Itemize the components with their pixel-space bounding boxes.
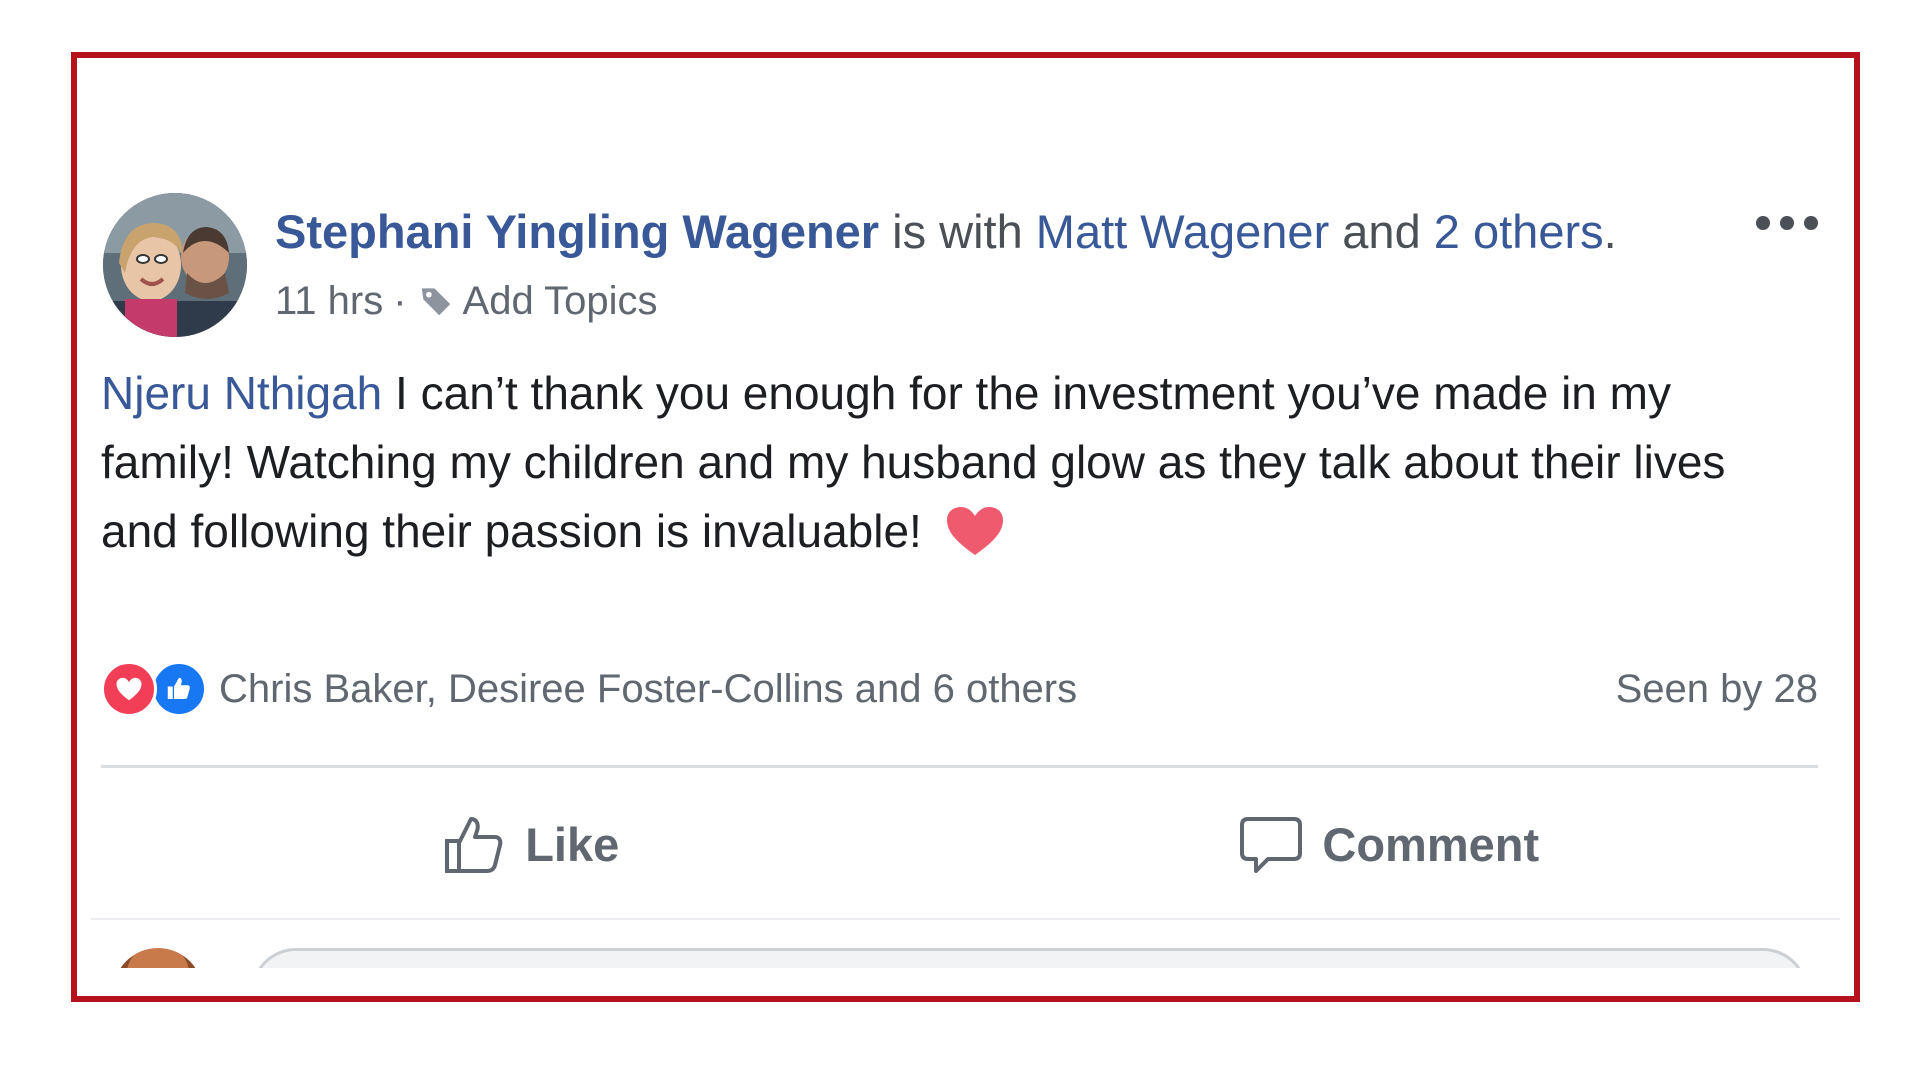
more-dot <box>1780 216 1794 230</box>
tagged-others-link[interactable]: 2 others <box>1434 205 1604 258</box>
author-name-link[interactable]: Stephani Yingling Wagener <box>275 205 879 258</box>
post-timestamp[interactable]: 11 hrs <box>275 276 383 326</box>
reactors-text[interactable]: Chris Baker, Desiree Foster-Collins and … <box>219 667 1077 712</box>
comment-bubble-icon <box>1240 817 1303 873</box>
love-reaction-icon[interactable] <box>101 661 157 717</box>
divider <box>101 765 1818 768</box>
thumbs-up-icon <box>445 817 503 873</box>
post-actions: Like Comment <box>101 794 1818 894</box>
like-reaction-icon[interactable] <box>151 661 207 717</box>
comment-label: Comment <box>1322 817 1540 871</box>
more-dot <box>1804 216 1818 230</box>
reactions-summary: Chris Baker, Desiree Foster-Collins and … <box>101 659 1818 719</box>
with-text: is with <box>879 205 1036 258</box>
post-body: Njeru Nthigah I can’t thank you enough f… <box>101 359 1801 566</box>
like-button[interactable]: Like <box>101 794 960 894</box>
mention-link[interactable]: Njeru Nthigah <box>101 367 382 419</box>
comment-composer <box>101 948 1818 968</box>
add-topics-link[interactable]: Add Topics <box>463 276 658 326</box>
avatar-photo-icon <box>103 193 247 337</box>
meta-separator: · <box>393 279 407 323</box>
comment-input[interactable] <box>251 948 1808 968</box>
red-heart-icon <box>945 505 1005 557</box>
seen-by-count[interactable]: Seen by 28 <box>1616 667 1818 712</box>
tag-icon <box>417 282 455 320</box>
reactions-left: Chris Baker, Desiree Foster-Collins and … <box>101 661 1077 717</box>
more-dot <box>1756 216 1770 230</box>
like-label: Like <box>525 817 620 871</box>
tagged-person-link[interactable]: Matt Wagener <box>1036 205 1329 258</box>
more-options-button[interactable] <box>1756 206 1818 240</box>
and-text: and <box>1329 205 1434 258</box>
author-avatar[interactable] <box>103 193 247 337</box>
comment-button[interactable]: Comment <box>960 794 1819 894</box>
divider <box>91 918 1840 920</box>
facebook-post: Stephani Yingling Wagener is with Matt W… <box>77 58 1854 996</box>
post-meta: 11 hrs · Add Topics <box>275 276 657 326</box>
period-text: . <box>1603 205 1617 258</box>
highlight-frame: Stephani Yingling Wagener is with Matt W… <box>71 52 1860 1002</box>
commenter-avatar <box>113 948 203 968</box>
post-header: Stephani Yingling Wagener is with Matt W… <box>275 203 1617 261</box>
